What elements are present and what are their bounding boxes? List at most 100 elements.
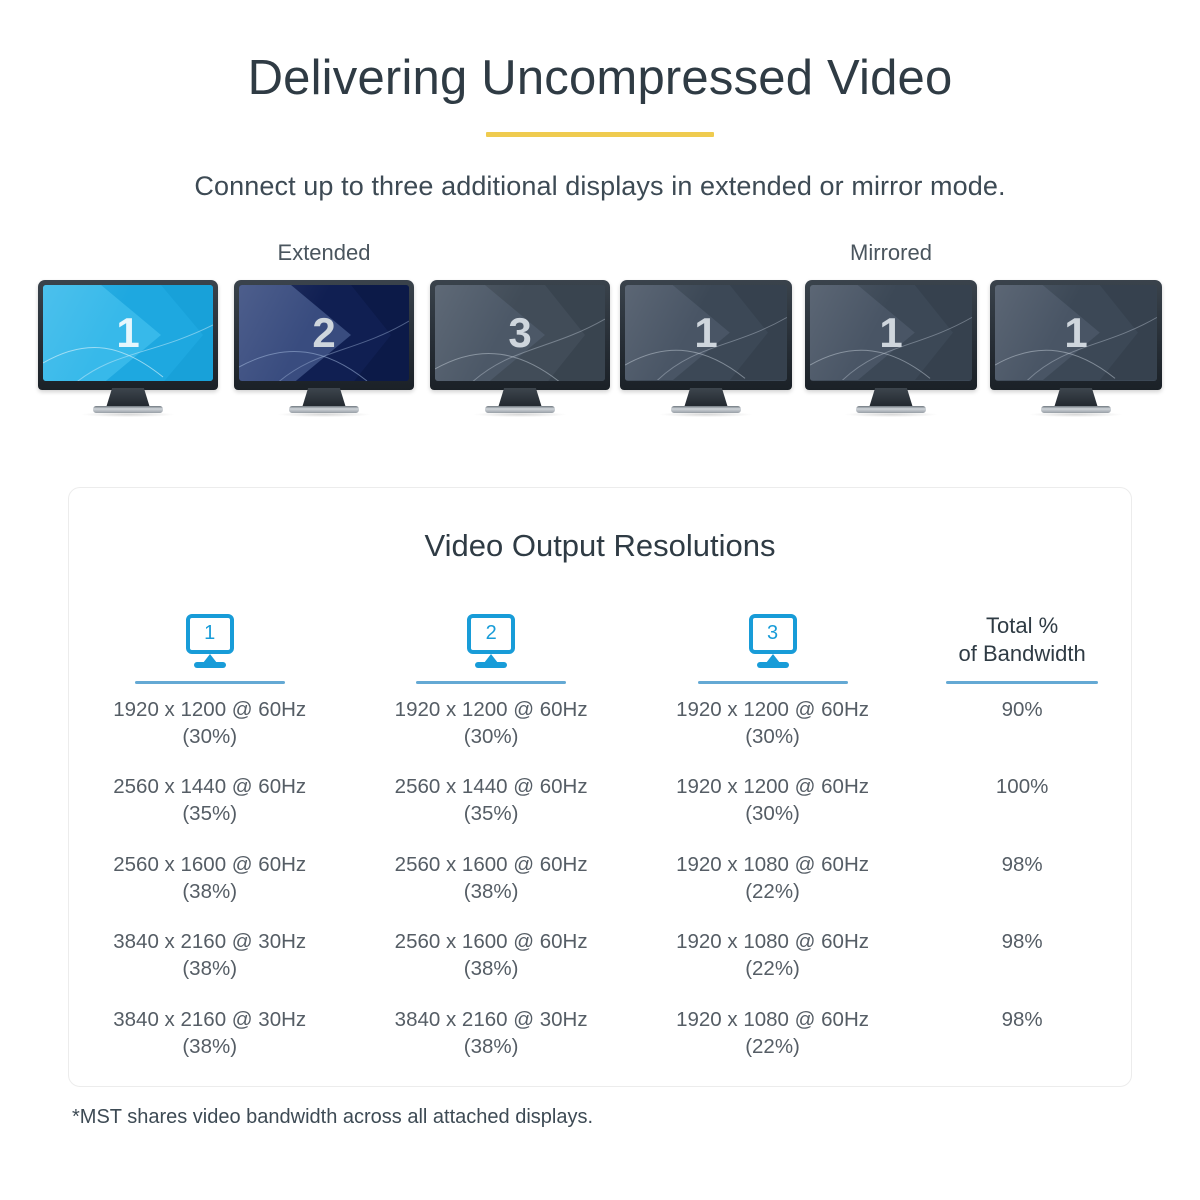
table-body: 1920 x 1200 @ 60Hz (30%) 1920 x 1200 @ 6… xyxy=(69,684,1131,1072)
monitor-icon-base xyxy=(193,662,226,668)
resolution-value: 1920 x 1080 @ 60Hz xyxy=(676,930,870,953)
extended-monitor-row: 1 2 3 xyxy=(38,279,610,417)
cell-display-1: 3840 x 2160 @ 30Hz (38%) xyxy=(69,994,350,1072)
cell-display-2: 2560 x 1600 @ 60Hz (38%) xyxy=(350,917,631,995)
cell-display-3: 1920 x 1080 @ 60Hz (22%) xyxy=(632,917,913,995)
cell-display-3: 1920 x 1080 @ 60Hz (22%) xyxy=(632,994,913,1072)
mirrored-mode-group: Mirrored 1 1 1 xyxy=(620,239,1162,417)
bandwidth-percent: (35%) xyxy=(182,802,238,826)
monitor-illustration-mirror-3: 1 xyxy=(990,279,1162,417)
resolution-value: 3840 x 2160 @ 30Hz xyxy=(113,930,307,953)
monitor-base-shadow xyxy=(82,411,174,417)
bandwidth-percent: (30%) xyxy=(463,724,519,748)
bandwidth-percent: (22%) xyxy=(745,879,800,903)
column-header-display-1: 1 xyxy=(69,588,350,684)
monitor-number: 1 xyxy=(1064,308,1088,356)
monitor-screen: 3 xyxy=(435,284,605,381)
cell-display-3: 1920 x 1200 @ 60Hz (30%) xyxy=(632,762,913,840)
monitor-number: 2 xyxy=(312,308,336,356)
table-row: 2560 x 1600 @ 60Hz (38%) 2560 x 1600 @ 6… xyxy=(69,839,1131,917)
monitor-base-shadow xyxy=(845,411,937,417)
cell-display-2: 2560 x 1600 @ 60Hz (38%) xyxy=(350,839,631,917)
monitor-neck xyxy=(106,387,150,408)
monitor-illustration-mirror-2: 1 xyxy=(805,279,977,417)
monitor-icon-number: 3 xyxy=(766,622,779,644)
display-mode-groups: Extended 1 2 3 Mirrored 1 1 1 xyxy=(0,240,1200,420)
cell-display-3: 1920 x 1080 @ 60Hz (22%) xyxy=(632,839,913,917)
total-bandwidth-label: Total % of Bandwidth xyxy=(959,612,1086,668)
cell-display-1: 3840 x 2160 @ 30Hz (38%) xyxy=(69,917,350,995)
resolution-value: 1920 x 1200 @ 60Hz xyxy=(676,697,870,721)
resolution-value: 1920 x 1200 @ 60Hz xyxy=(113,697,307,721)
title-accent-rule xyxy=(486,131,714,137)
monitor-base-shadow xyxy=(660,411,752,417)
total-bandwidth-line1: Total % xyxy=(986,612,1059,638)
cell-total-bandwidth: 100% xyxy=(995,775,1049,798)
extended-mode-group: Extended 1 2 3 xyxy=(38,240,610,417)
card-title: Video Output Resolutions xyxy=(424,528,776,563)
mirrored-mode-label: Mirrored xyxy=(850,239,932,265)
cell-display-2: 1920 x 1200 @ 60Hz (30%) xyxy=(350,684,631,762)
resolution-value: 1920 x 1200 @ 60Hz xyxy=(394,697,588,721)
monitor-screen: 1 xyxy=(625,284,787,381)
cell-display-3: 1920 x 1200 @ 60Hz (30%) xyxy=(632,684,913,762)
monitor-base-shadow xyxy=(1030,411,1122,417)
table-header: 1 2 3 Total % of Bandwidth xyxy=(69,588,1131,684)
monitor-neck xyxy=(302,387,346,408)
table-row: 1920 x 1200 @ 60Hz (30%) 1920 x 1200 @ 6… xyxy=(69,684,1131,762)
monitor-illustration-2: 2 xyxy=(234,279,414,417)
monitor-number: 1 xyxy=(879,308,903,356)
bandwidth-percent: (22%) xyxy=(745,1034,800,1058)
page-title: Delivering Uncompressed Video xyxy=(247,51,953,105)
monitor-bezel: 2 xyxy=(234,279,414,390)
table-row: 3840 x 2160 @ 30Hz (38%) 2560 x 1600 @ 6… xyxy=(69,917,1131,995)
mirrored-monitor-row: 1 1 1 xyxy=(620,279,1162,417)
bandwidth-percent: (38%) xyxy=(463,1034,519,1058)
monitor-1-icon: 1 xyxy=(181,614,239,668)
resolution-value: 3840 x 2160 @ 30Hz xyxy=(113,1007,307,1031)
monitor-bezel: 3 xyxy=(430,279,610,390)
cell-total-bandwidth: 98% xyxy=(1001,930,1043,953)
table-row: 3840 x 2160 @ 30Hz (38%) 3840 x 2160 @ 3… xyxy=(69,994,1131,1072)
cell-total-bandwidth: 98% xyxy=(1001,1007,1043,1031)
monitor-2-icon: 2 xyxy=(462,614,520,668)
bandwidth-percent: (38%) xyxy=(182,879,238,903)
bandwidth-percent: (35%) xyxy=(463,802,519,826)
resolutions-card: Video Output Resolutions 1 2 3 Total % o… xyxy=(68,487,1132,1087)
cell-display-1: 1920 x 1200 @ 60Hz (30%) xyxy=(69,684,350,762)
bandwidth-percent: (38%) xyxy=(463,957,519,981)
monitor-icon-number: 1 xyxy=(204,622,216,644)
bandwidth-percent: (30%) xyxy=(745,724,800,748)
monitor-base-shadow xyxy=(278,411,370,417)
monitor-neck xyxy=(498,387,542,408)
monitor-illustration-mirror-1: 1 xyxy=(620,279,792,417)
monitor-icon-base xyxy=(756,662,789,668)
monitor-illustration-3: 3 xyxy=(430,279,610,417)
bandwidth-percent: (38%) xyxy=(463,879,519,903)
cell-display-1: 2560 x 1440 @ 60Hz (35%) xyxy=(69,762,350,840)
resolution-value: 2560 x 1600 @ 60Hz xyxy=(394,852,588,876)
resolution-value: 2560 x 1440 @ 60Hz xyxy=(113,775,307,798)
monitor-screen: 1 xyxy=(43,284,213,381)
infographic-page: Delivering Uncompressed Video Connect up… xyxy=(0,0,1200,1200)
resolution-value: 1920 x 1080 @ 60Hz xyxy=(676,1007,870,1031)
header: Delivering Uncompressed Video Connect up… xyxy=(0,0,1200,202)
cell-total-bandwidth: 98% xyxy=(1001,852,1043,876)
table-header-row: 1 2 3 Total % of Bandwidth xyxy=(69,588,1131,684)
resolutions-table: 1 2 3 Total % of Bandwidth 1920 x 1200 @… xyxy=(69,588,1131,1072)
cell-total-bandwidth: 90% xyxy=(1001,697,1043,721)
monitor-neck xyxy=(684,387,728,408)
total-bandwidth-line2: of Bandwidth xyxy=(958,640,1086,666)
bandwidth-percent: (30%) xyxy=(745,802,800,826)
bandwidth-percent: (22%) xyxy=(745,957,800,981)
monitor-number: 1 xyxy=(694,308,718,356)
monitor-bezel: 1 xyxy=(620,279,792,390)
resolution-value: 2560 x 1440 @ 60Hz xyxy=(394,775,588,798)
monitor-screen: 1 xyxy=(995,284,1157,381)
monitor-number: 1 xyxy=(116,308,140,356)
monitor-neck xyxy=(1054,387,1098,408)
monitor-illustration-1: 1 xyxy=(38,279,218,417)
footnote: *MST shares video bandwidth across all a… xyxy=(72,1106,594,1128)
resolution-value: 3840 x 2160 @ 30Hz xyxy=(394,1007,588,1031)
monitor-neck xyxy=(869,387,913,408)
